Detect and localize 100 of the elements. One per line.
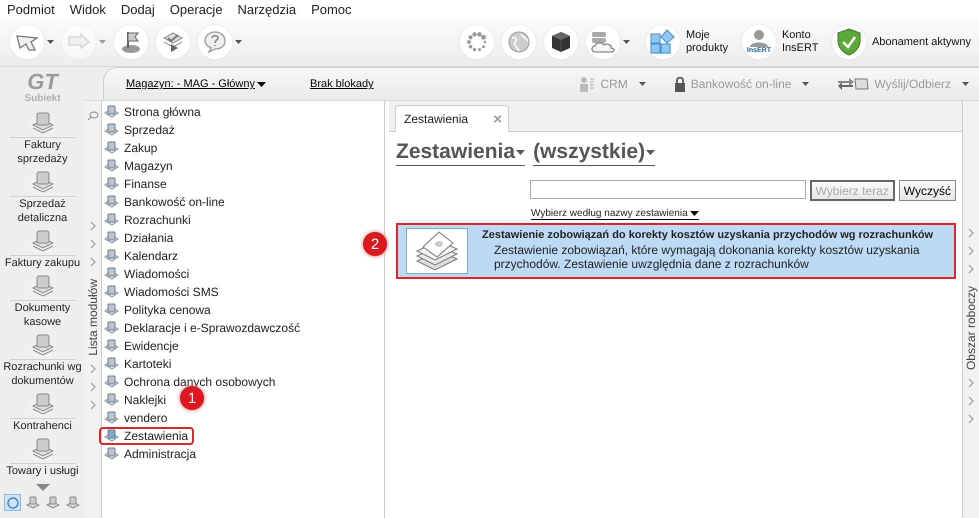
- module-icon: [104, 339, 119, 353]
- toolbar-link[interactable]: Abonament aktywny: [872, 36, 971, 48]
- toolbar-link[interactable]: Konto InsERT: [782, 29, 820, 55]
- module-icon: [104, 447, 119, 461]
- report-description: Zestawienie zobowiązań, które wymagają dokonania korekty kosztów uzyskania przychodów. Zestawienie uwzględnia dane z rozrachunków: [493, 243, 921, 271]
- view-button[interactable]: [65, 495, 80, 510]
- module-item[interactable]: Sprzedaż: [99, 121, 181, 139]
- menu-item[interactable]: Podmiot: [7, 2, 55, 16]
- tiles-icon: [650, 29, 676, 55]
- lock-icon: [674, 76, 686, 92]
- toolbar-button[interactable]: [544, 25, 578, 59]
- view-button[interactable]: [5, 495, 20, 510]
- module-icon: [104, 267, 119, 281]
- shortcut-link[interactable]: Rozrachunki wg dokumentów: [0, 360, 84, 388]
- caret-icon: [802, 82, 810, 86]
- menu-item[interactable]: Dodaj: [120, 2, 155, 16]
- module-item[interactable]: Działania: [99, 229, 180, 247]
- shortcut-link[interactable]: Towary i usługi: [0, 464, 84, 478]
- toolbar-link[interactable]: Moje produkty: [686, 29, 730, 55]
- exchange-icon: [837, 76, 870, 92]
- panel-label: Lista modułów: [86, 279, 100, 356]
- scroll-down-icon[interactable]: [36, 484, 50, 491]
- action-button[interactable]: Wyczyść: [898, 180, 956, 201]
- chevron-icon[interactable]: [90, 400, 96, 410]
- caret-icon: [235, 40, 242, 44]
- module-item[interactable]: Kalendarz: [99, 247, 184, 265]
- chevron-icon[interactable]: [90, 382, 96, 392]
- search-field[interactable]: [530, 180, 806, 199]
- shortcut-link[interactable]: Sprzedaż detaliczna: [0, 197, 84, 225]
- logo-text: Subiekt: [24, 92, 61, 104]
- view-button[interactable]: [25, 495, 40, 510]
- chevron-icon[interactable]: [968, 378, 974, 388]
- module-icon: [104, 285, 119, 299]
- module-item[interactable]: vendero: [99, 409, 174, 427]
- module-icon: [104, 141, 119, 155]
- shortcut-link[interactable]: Dokumenty kasowe: [0, 301, 84, 329]
- shield-icon: [836, 28, 861, 56]
- module-icon: [104, 249, 119, 263]
- module-item[interactable]: Wiadomości SMS: [99, 283, 225, 301]
- logo-mark: GT: [27, 70, 58, 92]
- module-icon: [104, 357, 119, 371]
- caret-icon: [638, 82, 646, 86]
- chevron-icon[interactable]: [968, 414, 974, 424]
- checklist-icon: [161, 30, 185, 54]
- module-icon: [104, 393, 119, 407]
- module-item[interactable]: Naklejki: [99, 391, 172, 409]
- lock-status-link[interactable]: Brak blokady: [310, 78, 374, 90]
- module-icon: [104, 411, 119, 425]
- filter-dropdown[interactable]: (wszystkie): [533, 140, 656, 166]
- caret-icon: [99, 40, 106, 44]
- module-item[interactable]: Magazyn: [99, 157, 179, 175]
- report-title: Zestawienie zobowiązań do korekty kosztów uzyskania przychodów wg rozrachunków: [482, 229, 934, 241]
- report-item[interactable]: [396, 223, 956, 279]
- menu-item[interactable]: Pomoc: [311, 2, 352, 16]
- toolbar-button[interactable]: [114, 25, 148, 59]
- module-icon: [104, 177, 119, 191]
- shortcut-link[interactable]: Kontrahenci: [0, 419, 84, 433]
- arrow-icon: [67, 32, 91, 52]
- caret-icon: [622, 40, 630, 44]
- module-icon: [104, 303, 119, 317]
- person-icon: [579, 76, 596, 92]
- user-icon: [748, 29, 770, 47]
- module-item[interactable]: Ewidencje: [99, 337, 185, 355]
- filter-dropdown[interactable]: Zestawienia: [396, 140, 526, 166]
- warehouse-dropdown[interactable]: Magazyn: - MAG - Główny: [126, 78, 266, 90]
- module-icon: [104, 213, 119, 227]
- module-item[interactable]: Deklaracje i e-Sprawozdawczość: [99, 319, 306, 337]
- module-icon: [104, 429, 119, 443]
- module-item[interactable]: Rozrachunki: [99, 211, 197, 229]
- chevron-icon[interactable]: [90, 364, 96, 374]
- menu-item[interactable]: Widok: [70, 2, 106, 16]
- module-item[interactable]: Strona główna: [99, 103, 207, 121]
- module-icon: [104, 159, 119, 173]
- caret-icon: [47, 40, 54, 44]
- caret-icon: [516, 150, 526, 154]
- menu-item[interactable]: Narzędzia: [238, 2, 296, 16]
- module-item[interactable]: Administracja: [99, 445, 202, 463]
- caret-icon: [256, 82, 266, 86]
- shortcut-link[interactable]: Faktury sprzedaży: [0, 138, 84, 166]
- toolbar-button[interactable]: [156, 25, 190, 59]
- module-item[interactable]: Wiadomości: [99, 265, 196, 283]
- module-item[interactable]: Bankowość on-line: [99, 193, 231, 211]
- view-button[interactable]: [45, 495, 60, 510]
- module-item[interactable]: Polityka cenowa: [99, 301, 217, 319]
- module-item[interactable]: Zestawienia: [99, 427, 194, 445]
- caret-icon: [962, 82, 969, 86]
- module-item[interactable]: Finanse: [99, 175, 173, 193]
- module-item[interactable]: Zakup: [99, 139, 164, 157]
- spinner-icon: [466, 31, 488, 53]
- module-icon: [104, 375, 119, 389]
- shortcut-link[interactable]: Faktury zakupu: [0, 256, 84, 270]
- module-icon: [104, 195, 119, 209]
- menu-item[interactable]: Operacje: [170, 2, 223, 16]
- caret-icon: [690, 211, 699, 216]
- tab[interactable]: Zestawienia ×: [395, 105, 509, 132]
- chevron-icon[interactable]: [968, 396, 974, 406]
- sort-dropdown[interactable]: Wybierz według nazwy zestawienia: [531, 208, 699, 220]
- module-icon: [104, 105, 119, 119]
- help-icon: [203, 30, 227, 54]
- module-item[interactable]: Kartoteki: [99, 355, 178, 373]
